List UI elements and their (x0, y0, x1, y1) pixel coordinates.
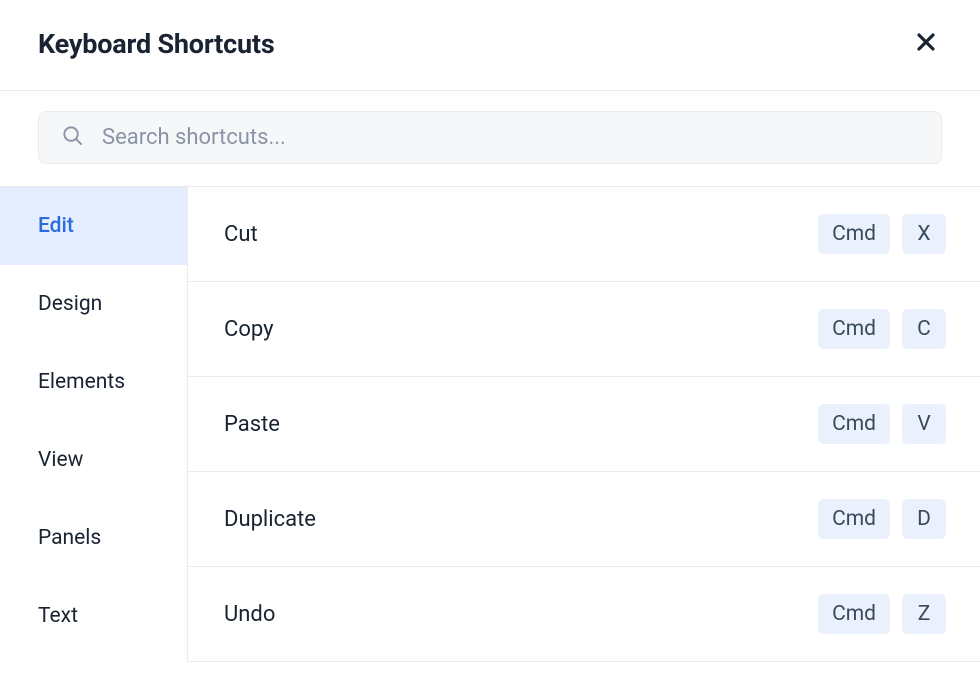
shortcut-row: Copy Cmd C (188, 282, 980, 377)
shortcut-keys: Cmd X (818, 214, 946, 254)
shortcut-row: Undo Cmd Z (188, 567, 980, 662)
shortcut-row: Cut Cmd X (188, 187, 980, 282)
search-input[interactable] (102, 125, 919, 150)
search-box[interactable] (38, 111, 942, 164)
key-badge: D (902, 499, 946, 539)
shortcut-row: Duplicate Cmd D (188, 472, 980, 567)
key-badge: Cmd (818, 404, 890, 444)
key-badge: Cmd (818, 594, 890, 634)
sidebar-item-panels[interactable]: Panels (0, 499, 187, 577)
shortcut-label: Paste (224, 412, 280, 437)
sidebar-item-label: Design (38, 292, 102, 316)
shortcut-label: Duplicate (224, 507, 316, 532)
key-badge: Cmd (818, 309, 890, 349)
sidebar-item-edit[interactable]: Edit (0, 187, 187, 265)
shortcut-label: Undo (224, 602, 275, 627)
dialog-title: Keyboard Shortcuts (38, 28, 275, 60)
sidebar-item-label: View (38, 448, 83, 472)
shortcut-label: Cut (224, 222, 258, 247)
sidebar-item-design[interactable]: Design (0, 265, 187, 343)
sidebar-item-text[interactable]: Text (0, 577, 187, 655)
close-icon (914, 30, 938, 58)
sidebar-item-view[interactable]: View (0, 421, 187, 499)
shortcut-keys: Cmd D (818, 499, 946, 539)
close-button[interactable] (910, 28, 942, 60)
content-area: Edit Design Elements View Panels Text Cu… (0, 186, 980, 662)
search-icon (61, 124, 84, 151)
shortcut-keys: Cmd C (818, 309, 946, 349)
sidebar-item-label: Edit (38, 214, 74, 238)
shortcut-label: Copy (224, 317, 274, 342)
key-badge: Z (902, 594, 946, 634)
shortcut-list: Cut Cmd X Copy Cmd C Paste Cmd V Duplica… (187, 187, 980, 662)
key-badge: Cmd (818, 214, 890, 254)
category-sidebar: Edit Design Elements View Panels Text (0, 187, 187, 662)
key-badge: Cmd (818, 499, 890, 539)
shortcut-keys: Cmd Z (818, 594, 946, 634)
sidebar-item-elements[interactable]: Elements (0, 343, 187, 421)
sidebar-item-label: Text (38, 604, 78, 628)
sidebar-item-label: Elements (38, 370, 125, 394)
search-wrapper (0, 91, 980, 186)
key-badge: C (902, 309, 946, 349)
shortcut-row: Paste Cmd V (188, 377, 980, 472)
dialog-header: Keyboard Shortcuts (0, 0, 980, 90)
key-badge: X (902, 214, 946, 254)
shortcut-keys: Cmd V (818, 404, 946, 444)
sidebar-item-label: Panels (38, 526, 101, 550)
key-badge: V (902, 404, 946, 444)
